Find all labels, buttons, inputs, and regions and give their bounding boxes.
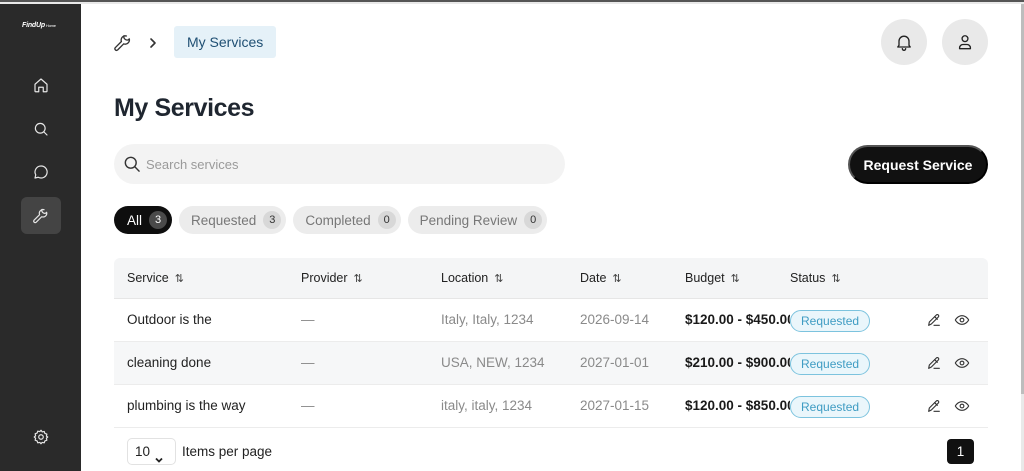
cell-provider: — [301,398,315,413]
status-badge: Requested [790,396,871,418]
home-icon [34,77,48,92]
cell-provider: — [301,355,315,370]
view-button[interactable] [954,398,970,414]
cell-budget: $210.00 - $900.00 [685,355,790,370]
wrench-icon [114,35,131,51]
sidebar-item-search[interactable] [21,110,61,147]
sort-icon: ⇅ [831,273,840,285]
search-bar[interactable] [114,144,565,184]
sidebar: FindUpHome [0,4,81,471]
status-badge: Requested [790,353,871,375]
user-icon [958,35,972,50]
column-header-date[interactable]: Date ⇅ [580,258,622,299]
cell-location: italy, italy, 1234 [441,398,533,413]
tab-pending-review[interactable]: Pending Review 0 [407,206,548,234]
sort-icon: ⇅ [174,273,184,285]
view-icon [954,401,970,411]
breadcrumb-home-link[interactable] [113,33,133,53]
sort-icon: ⇅ [494,273,503,285]
pagination: 10 Items per page 1 [114,438,988,471]
tab-count: 0 [524,211,543,229]
column-header-status[interactable]: Status ⇅ [790,258,841,299]
cell-budget: $120.00 - $450.00 [685,312,790,327]
app-logo[interactable]: FindUpHome [22,22,56,29]
wrench-icon [33,208,48,223]
sort-icon: ⇅ [612,273,621,285]
table-row[interactable]: cleaning done — USA, NEW, 1234 2027-01-0… [114,342,988,385]
tab-completed[interactable]: Completed 0 [293,206,401,234]
request-service-button[interactable]: Request Service [848,145,988,184]
tab-requested[interactable]: Requested 3 [179,206,287,234]
tab-label: Requested [191,212,257,228]
page-size-value: 10 [135,444,151,459]
page-button-current[interactable]: 1 [947,439,974,464]
cell-provider: — [301,312,315,327]
view-icon [954,315,970,325]
tab-label: Completed [305,212,371,228]
edit-icon [928,314,940,326]
edit-button[interactable] [926,355,942,371]
status-badge: Requested [790,310,871,332]
main-content: My Services My Services Request Service … [81,4,1021,471]
chat-icon [34,164,48,179]
search-icon [124,156,140,172]
table-header: Service ⇅ Provider ⇅ Location ⇅ Date ⇅ Budge… [114,258,988,299]
tab-count: 3 [149,211,168,229]
sidebar-item-services[interactable] [21,197,61,234]
gear-icon [33,429,49,444]
sort-icon: ⇅ [730,273,740,285]
notifications-button[interactable] [881,19,927,65]
sort-icon: ⇅ [353,273,363,285]
column-header-service[interactable]: Service ⇅ [127,258,184,299]
column-header-location[interactable]: Location ⇅ [441,258,504,299]
cell-service: cleaning done [127,355,212,370]
tab-count: 0 [377,211,396,229]
page-size-select[interactable]: 10 [127,438,176,465]
table-row[interactable]: Outdoor is the — Italy, Italy, 1234 2026… [114,299,988,342]
column-header-provider[interactable]: Provider ⇅ [301,258,363,299]
search-icon [34,122,48,136]
items-per-page-label: Items per page [182,444,273,459]
cell-service: plumbing is the way [127,398,246,413]
cell-location: USA, NEW, 1234 [441,355,545,370]
search-input[interactable] [146,144,546,184]
status-tabs: All 3 Requested 3 Completed 0 Pending Re… [114,206,548,234]
edit-button[interactable] [926,398,942,414]
cell-date: 2027-01-01 [580,355,650,370]
cell-location: Italy, Italy, 1234 [441,312,534,327]
chevron-down-icon [155,447,163,463]
sidebar-item-settings[interactable] [21,418,61,455]
breadcrumb-current[interactable]: My Services [174,26,277,58]
profile-button[interactable] [942,19,988,65]
column-header-budget[interactable]: Budget ⇅ [685,258,740,299]
view-button[interactable] [954,312,970,328]
edit-icon [928,400,940,412]
tab-label: All [127,212,143,228]
tab-label: Pending Review [419,212,518,228]
page-title: My Services [114,94,255,122]
cell-service: Outdoor is the [127,312,212,327]
chevron-right-icon [147,36,159,50]
edit-button[interactable] [926,312,942,328]
sidebar-item-home[interactable] [21,66,61,103]
app-window: FindUpHome My Services My Services Searc… [0,0,1024,471]
tab-count: 3 [263,211,282,229]
view-icon [954,358,970,368]
table-row[interactable]: plumbing is the way — italy, italy, 1234… [114,385,988,428]
edit-icon [928,357,940,369]
cell-date: 2026-09-14 [580,312,650,327]
cell-budget: $120.00 - $850.00 [685,398,790,413]
bell-icon [897,35,911,51]
services-table: Service ⇅ Provider ⇅ Location ⇅ Date ⇅ Budge… [114,258,988,428]
cell-date: 2027-01-15 [580,398,650,413]
tab-all[interactable]: All 3 [114,206,173,234]
sidebar-item-messages[interactable] [21,153,61,190]
view-button[interactable] [954,355,970,371]
